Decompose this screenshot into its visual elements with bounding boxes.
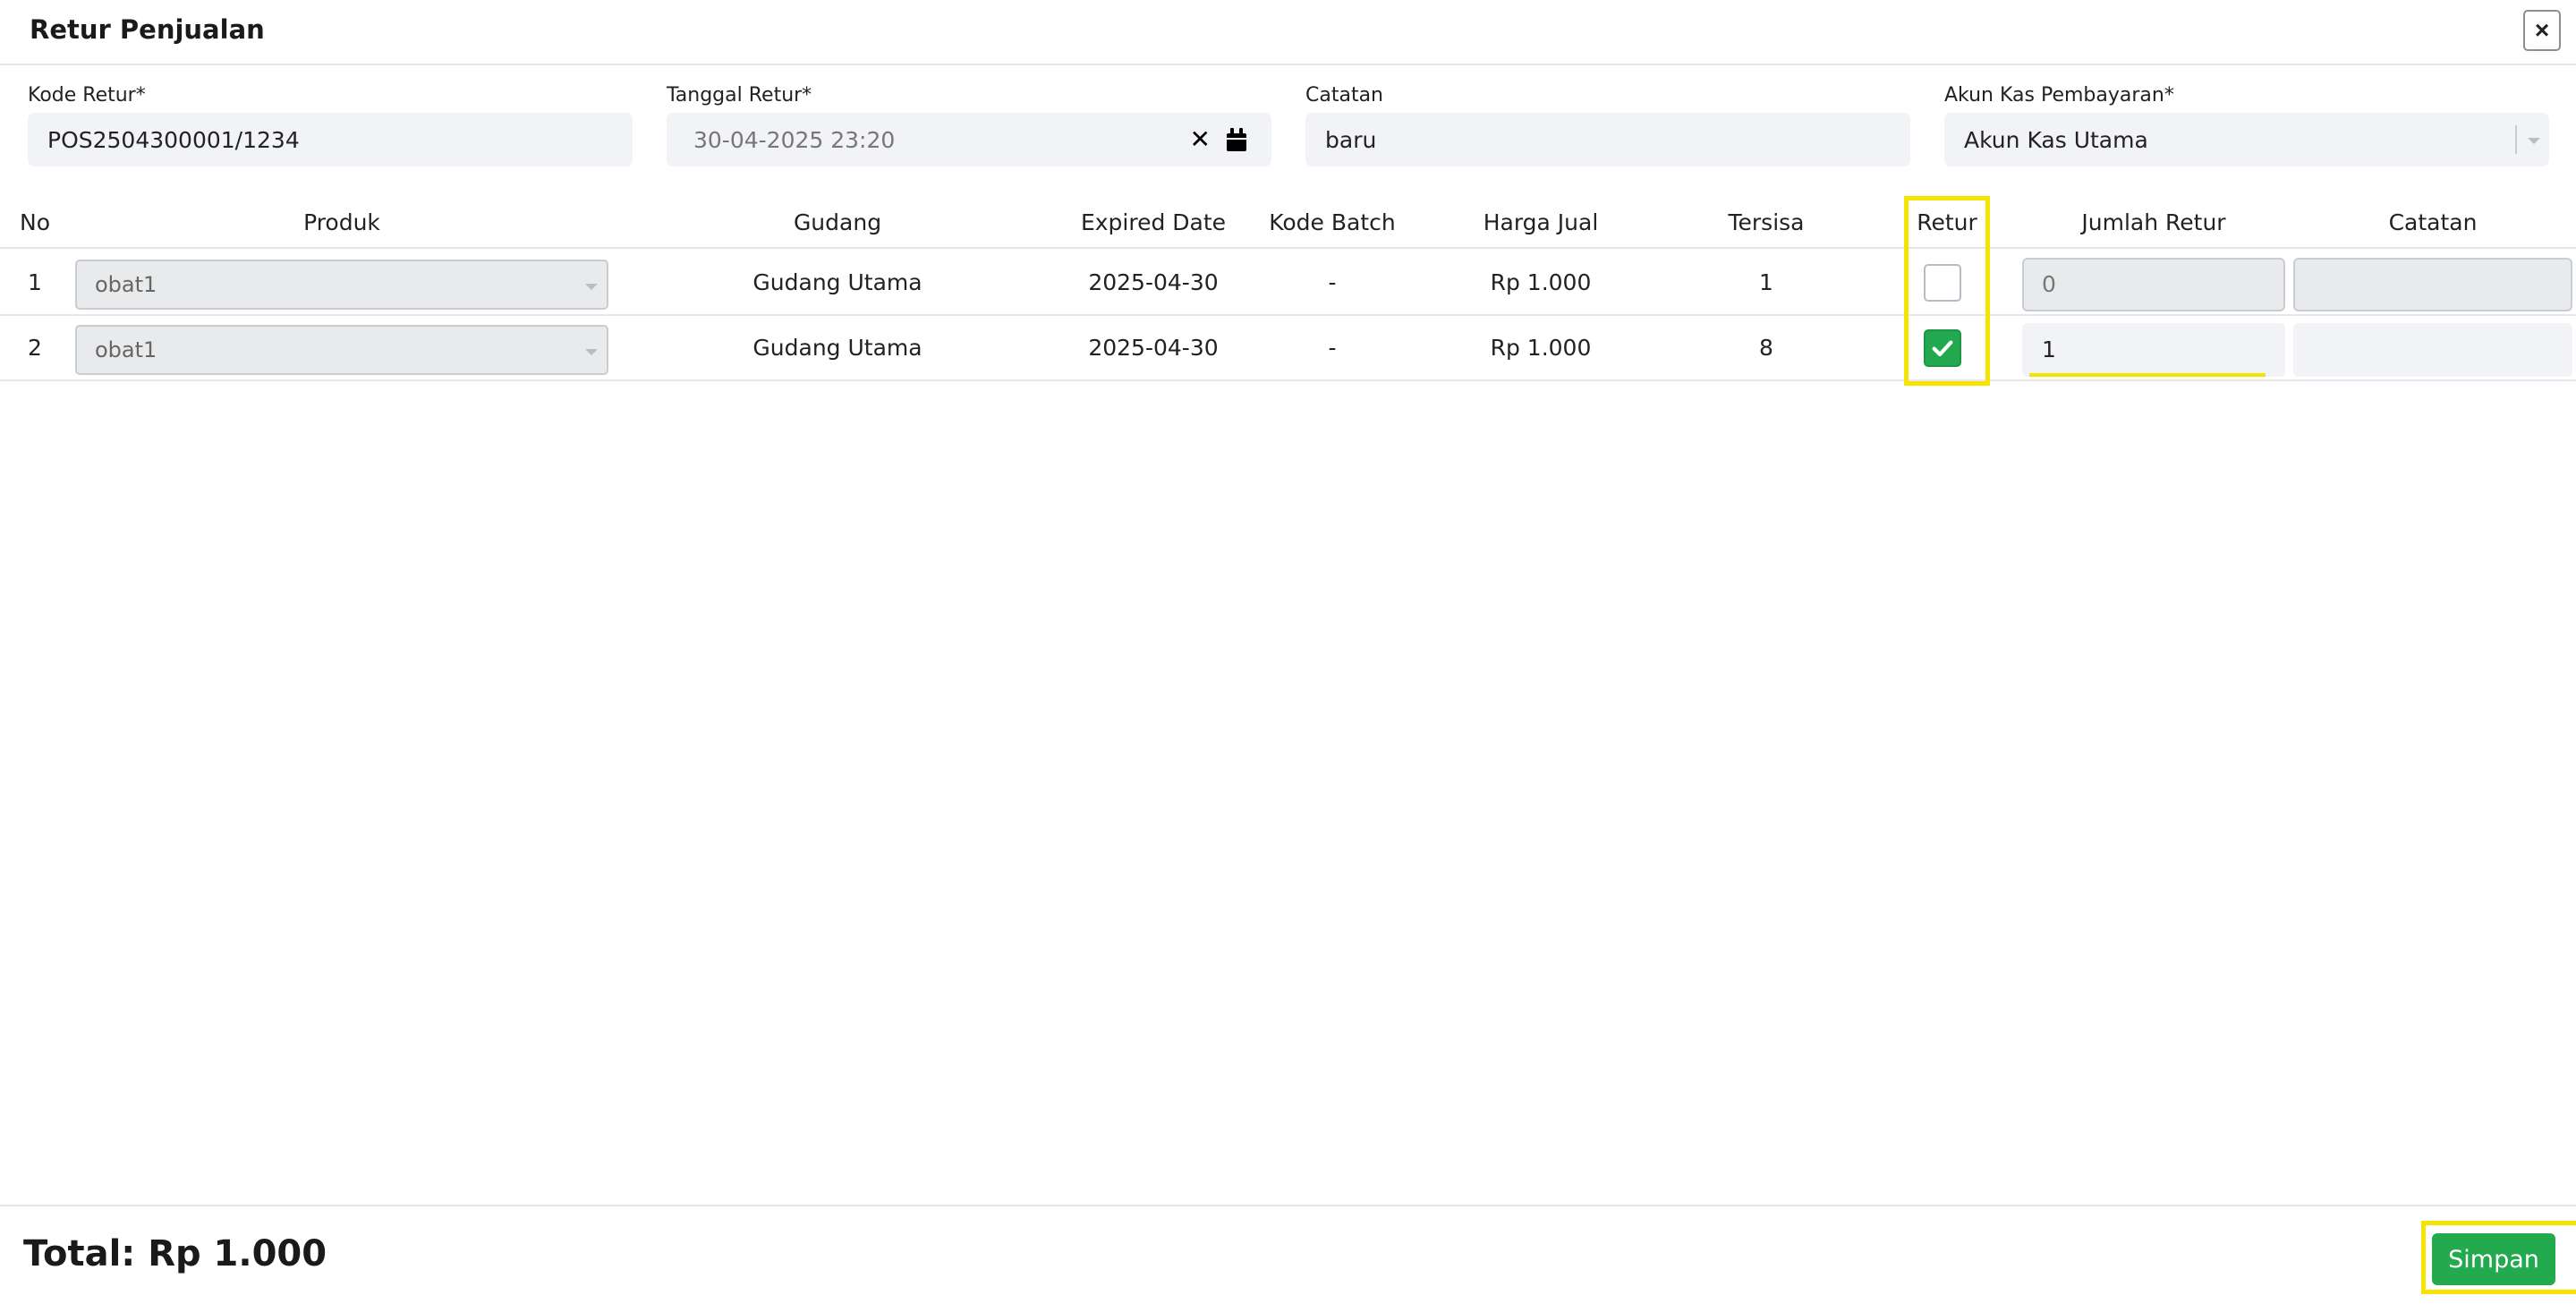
modal-footer: Total: Rp 1.000 Simpan [0,1205,2576,1304]
tanggal-retur-value: 30-04-2025 23:20 [693,126,896,153]
tanggal-retur-field: Tanggal Retur* 30-04-2025 23:20 ✕ [667,82,1271,166]
col-expired: Expired Date [1080,209,1227,235]
akun-kas-field: Akun Kas Pembayaran* Akun Kas Utama [1944,82,2549,166]
catatan-field: Catatan baru [1305,82,1910,166]
row-gudang: Gudang Utama [752,335,922,361]
modal-header: Retur Penjualan × [0,0,2576,65]
jumlah-retur-input[interactable]: 1 [2022,323,2285,377]
product-select: obat1 [75,260,608,310]
chevron-down-icon [585,284,598,290]
kode-retur-field: Kode Retur* POS2504300001/1234 [28,82,633,166]
product-select: obat1 [75,325,608,375]
chevron-down-icon [2515,125,2542,154]
row-expired: 2025-04-30 [1088,335,1219,361]
table-row: 2 obat1 Gudang Utama 2025-04-30 - Rp 1.0… [0,316,2576,381]
col-no: No [20,209,50,235]
jumlah-retur-input: 0 [2022,258,2285,311]
jumlah-retur-value: 1 [2042,337,2056,362]
col-jumlah: Jumlah Retur [2081,209,2226,235]
col-catatan: Catatan [2388,209,2478,235]
tanggal-retur-label: Tanggal Retur* [667,84,812,107]
kode-retur-input[interactable]: POS2504300001/1234 [28,113,633,166]
row-batch: - [1328,269,1337,295]
close-icon: × [2534,16,2550,44]
row-no: 1 [28,269,42,295]
kode-retur-value: POS2504300001/1234 [47,126,300,153]
row-harga: Rp 1.000 [1490,335,1592,361]
close-button[interactable]: × [2523,10,2561,51]
chevron-down-icon [585,349,598,355]
row-harga: Rp 1.000 [1490,269,1592,295]
calendar-icon[interactable] [1227,128,1246,151]
save-button-highlight [2421,1221,2576,1294]
input-underline [2029,373,2266,377]
modal-title: Retur Penjualan [30,14,265,45]
row-batch: - [1328,335,1337,361]
jumlah-retur-value: 0 [2042,271,2056,297]
col-produk: Produk [303,209,380,235]
catatan-input[interactable]: baru [1305,113,1910,166]
clear-date-icon[interactable]: ✕ [1190,127,1211,152]
col-tersisa: Tersisa [1728,209,1805,235]
row-no: 2 [28,335,42,361]
akun-kas-select[interactable]: Akun Kas Utama [1944,113,2549,166]
row-tersisa: 1 [1759,269,1773,295]
catatan-label: Catatan [1305,84,1384,107]
akun-kas-value: Akun Kas Utama [1964,126,2148,153]
col-gudang: Gudang [793,209,882,235]
col-harga: Harga Jual [1483,209,1599,235]
akun-kas-label: Akun Kas Pembayaran* [1944,84,2174,107]
retur-column-highlight [1904,196,1990,386]
row-gudang: Gudang Utama [752,269,922,295]
table-header: No Produk Gudang Expired Date Kode Batch… [0,197,2576,249]
tanggal-retur-input[interactable]: 30-04-2025 23:20 ✕ [667,113,1271,166]
product-value: obat1 [95,272,157,297]
row-catatan-input[interactable] [2293,323,2572,377]
row-catatan-input [2293,258,2572,311]
total-amount: Total: Rp 1.000 [23,1233,327,1274]
kode-retur-label: Kode Retur* [28,84,146,107]
product-value: obat1 [95,337,157,362]
table-row: 1 obat1 Gudang Utama 2025-04-30 - Rp 1.0… [0,251,2576,316]
col-batch: Kode Batch [1269,209,1396,235]
row-expired: 2025-04-30 [1088,269,1219,295]
row-tersisa: 8 [1759,335,1773,361]
catatan-value: baru [1325,126,1377,153]
